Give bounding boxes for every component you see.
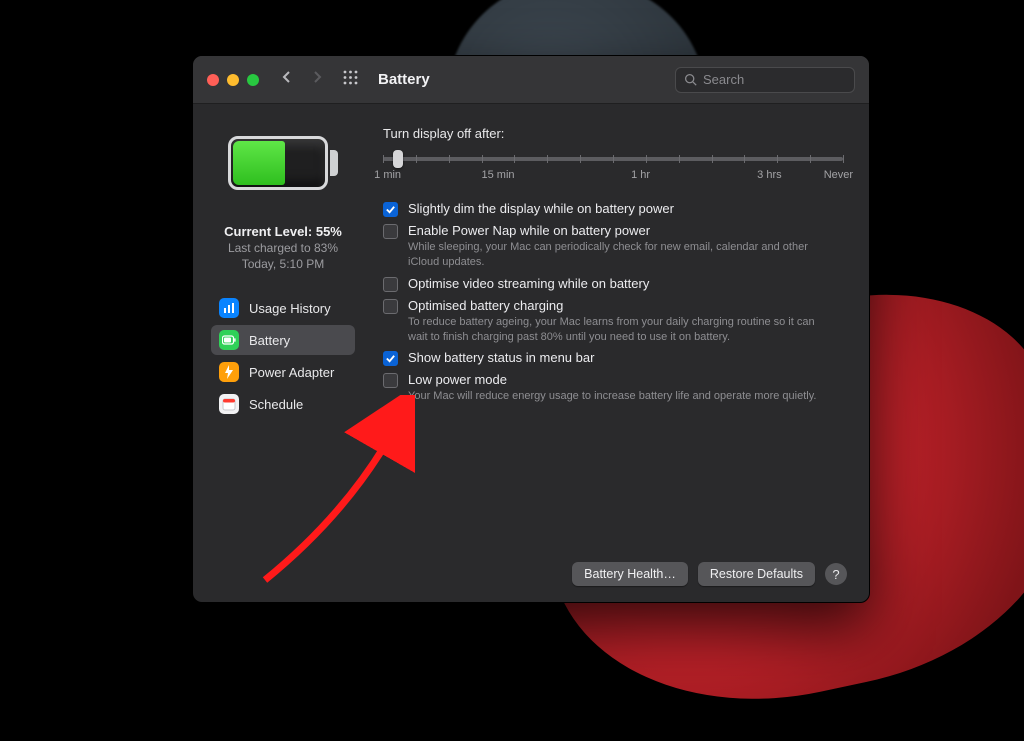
sidebar-item-power-adapter[interactable]: Power Adapter xyxy=(211,357,355,387)
restore-defaults-button[interactable]: Restore Defaults xyxy=(698,562,815,586)
back-button[interactable] xyxy=(281,70,293,89)
option-description: To reduce battery ageing, your Mac learn… xyxy=(408,315,828,345)
slider-tick-label: 15 min xyxy=(481,169,514,181)
window-titlebar: Battery Search xyxy=(193,56,869,104)
option-optchg: Optimised battery charging To reduce batt… xyxy=(383,298,843,345)
battery-icon xyxy=(219,330,239,350)
slider-tick-label: Never xyxy=(824,169,853,181)
battery-preferences-window: Battery Search Current Level: 55% Last c… xyxy=(192,55,870,603)
minimize-window-button[interactable] xyxy=(227,74,239,86)
option-video: Optimise video streaming while on batter… xyxy=(383,276,843,292)
help-button[interactable]: ? xyxy=(825,563,847,585)
battery-health-button[interactable]: Battery Health… xyxy=(572,562,688,586)
last-charged-label: Last charged to 83% xyxy=(224,241,342,255)
calendar-icon xyxy=(219,394,239,414)
option-description: Your Mac will reduce energy usage to inc… xyxy=(408,389,816,404)
window-title: Battery xyxy=(378,71,430,88)
slider-tick-label: 3 hrs xyxy=(757,169,781,181)
option-title: Enable Power Nap while on battery power xyxy=(408,223,828,238)
checkbox-video[interactable] xyxy=(383,277,398,292)
zoom-window-button[interactable] xyxy=(247,74,259,86)
slider-thumb[interactable] xyxy=(393,150,403,168)
sidebar-item-usage-history[interactable]: Usage History xyxy=(211,293,355,323)
option-dim: Slightly dim the display while on batter… xyxy=(383,201,843,217)
checkbox-lowpower[interactable] xyxy=(383,373,398,388)
checkbox-menubar[interactable] xyxy=(383,351,398,366)
checkbox-powernap[interactable] xyxy=(383,224,398,239)
option-menubar: Show battery status in menu bar xyxy=(383,350,843,366)
checkbox-optchg[interactable] xyxy=(383,299,398,314)
chart-icon xyxy=(219,298,239,318)
sidebar-item-label: Power Adapter xyxy=(249,365,334,380)
option-title: Low power mode xyxy=(408,372,816,387)
option-description: While sleeping, your Mac can periodicall… xyxy=(408,240,828,270)
option-title: Slightly dim the display while on batter… xyxy=(408,201,674,216)
bolt-icon xyxy=(219,362,239,382)
slider-tick-label: 1 min xyxy=(374,169,401,181)
sidebar-item-label: Battery xyxy=(249,333,290,348)
window-traffic-lights xyxy=(207,74,259,86)
battery-level-illustration xyxy=(228,136,338,190)
sidebar-item-label: Schedule xyxy=(249,397,303,412)
close-window-button[interactable] xyxy=(207,74,219,86)
sidebar-item-label: Usage History xyxy=(249,301,331,316)
checkbox-dim[interactable] xyxy=(383,202,398,217)
option-title: Show battery status in menu bar xyxy=(408,350,594,365)
sidebar: Current Level: 55% Last charged to 83% T… xyxy=(193,104,367,602)
last-charged-time: Today, 5:10 PM xyxy=(224,257,342,271)
option-lowpower: Low power mode Your Mac will reduce energ… xyxy=(383,372,843,404)
option-title: Optimised battery charging xyxy=(408,298,828,313)
search-placeholder: Search xyxy=(703,72,744,87)
current-level-label: Current Level: 55% xyxy=(224,224,342,239)
search-field[interactable]: Search xyxy=(675,67,855,93)
search-icon xyxy=(684,73,697,86)
sidebar-item-schedule[interactable]: Schedule xyxy=(211,389,355,419)
slider-tick-label: 1 hr xyxy=(631,169,650,181)
display-off-slider[interactable]: 1 min 15 min 1 hr 3 hrs Never xyxy=(383,151,843,195)
show-all-preferences-button[interactable] xyxy=(343,70,358,90)
option-title: Optimise video streaming while on batter… xyxy=(408,276,649,291)
sidebar-item-battery[interactable]: Battery xyxy=(211,325,355,355)
sidebar-menu: Usage History Battery Power Adapter xyxy=(211,293,355,419)
forward-button[interactable] xyxy=(311,70,323,89)
display-off-label: Turn display off after: xyxy=(383,126,843,141)
main-panel: Turn display off after: 1 min 15 min 1 h… xyxy=(367,104,869,602)
option-powernap: Enable Power Nap while on battery power W… xyxy=(383,223,843,270)
